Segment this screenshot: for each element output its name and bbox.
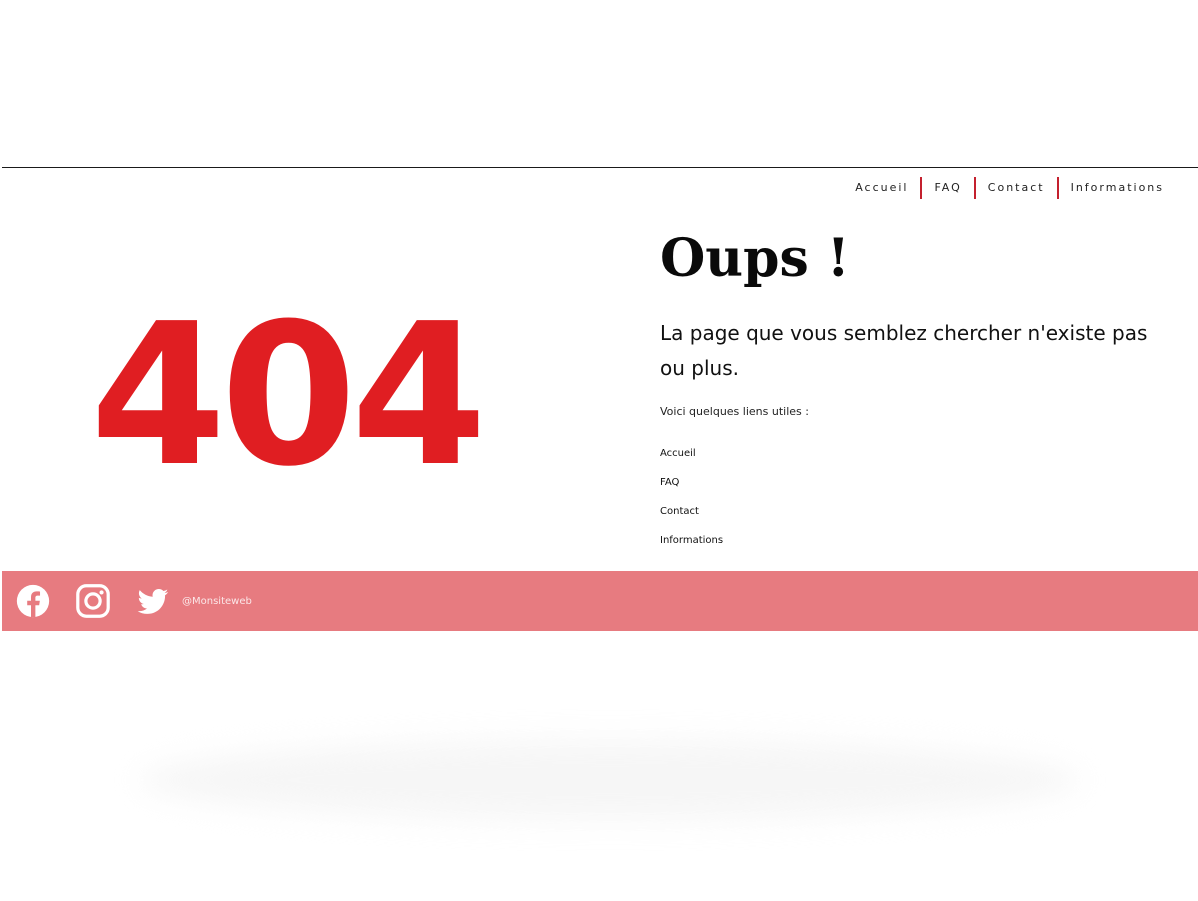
- list-item: Informations: [660, 533, 723, 562]
- useful-link-faq[interactable]: FAQ: [660, 477, 679, 488]
- list-item: Accueil: [660, 446, 723, 475]
- nav-link-faq[interactable]: FAQ: [922, 177, 973, 199]
- social-handle: @Monsiteweb: [182, 595, 252, 607]
- useful-link-informations[interactable]: Informations: [660, 535, 723, 546]
- twitter-icon[interactable]: [134, 582, 172, 620]
- top-navigation: Accueil FAQ Contact Informations: [843, 177, 1176, 199]
- nav-link-informations[interactable]: Informations: [1059, 177, 1176, 199]
- footer-bar: @Monsiteweb: [2, 571, 1198, 631]
- nav-link-contact[interactable]: Contact: [976, 177, 1057, 199]
- error-message: La page que vous semblez chercher n'exis…: [660, 321, 1148, 380]
- useful-link-contact[interactable]: Contact: [660, 506, 699, 517]
- links-intro: Voici quelques liens utiles :: [660, 405, 809, 418]
- page-title: Oups !: [660, 228, 850, 289]
- social-links: [14, 582, 194, 620]
- instagram-icon[interactable]: [74, 582, 112, 620]
- list-item: Contact: [660, 504, 723, 533]
- facebook-icon[interactable]: [14, 582, 52, 620]
- header-divider: [2, 167, 1198, 168]
- useful-link-accueil[interactable]: Accueil: [660, 448, 696, 459]
- nav-link-accueil[interactable]: Accueil: [843, 177, 920, 199]
- list-item: FAQ: [660, 475, 723, 504]
- decorative-shadow: [140, 740, 1080, 820]
- useful-links-list: Accueil FAQ Contact Informations: [660, 446, 723, 562]
- error-code: 404: [90, 282, 487, 510]
